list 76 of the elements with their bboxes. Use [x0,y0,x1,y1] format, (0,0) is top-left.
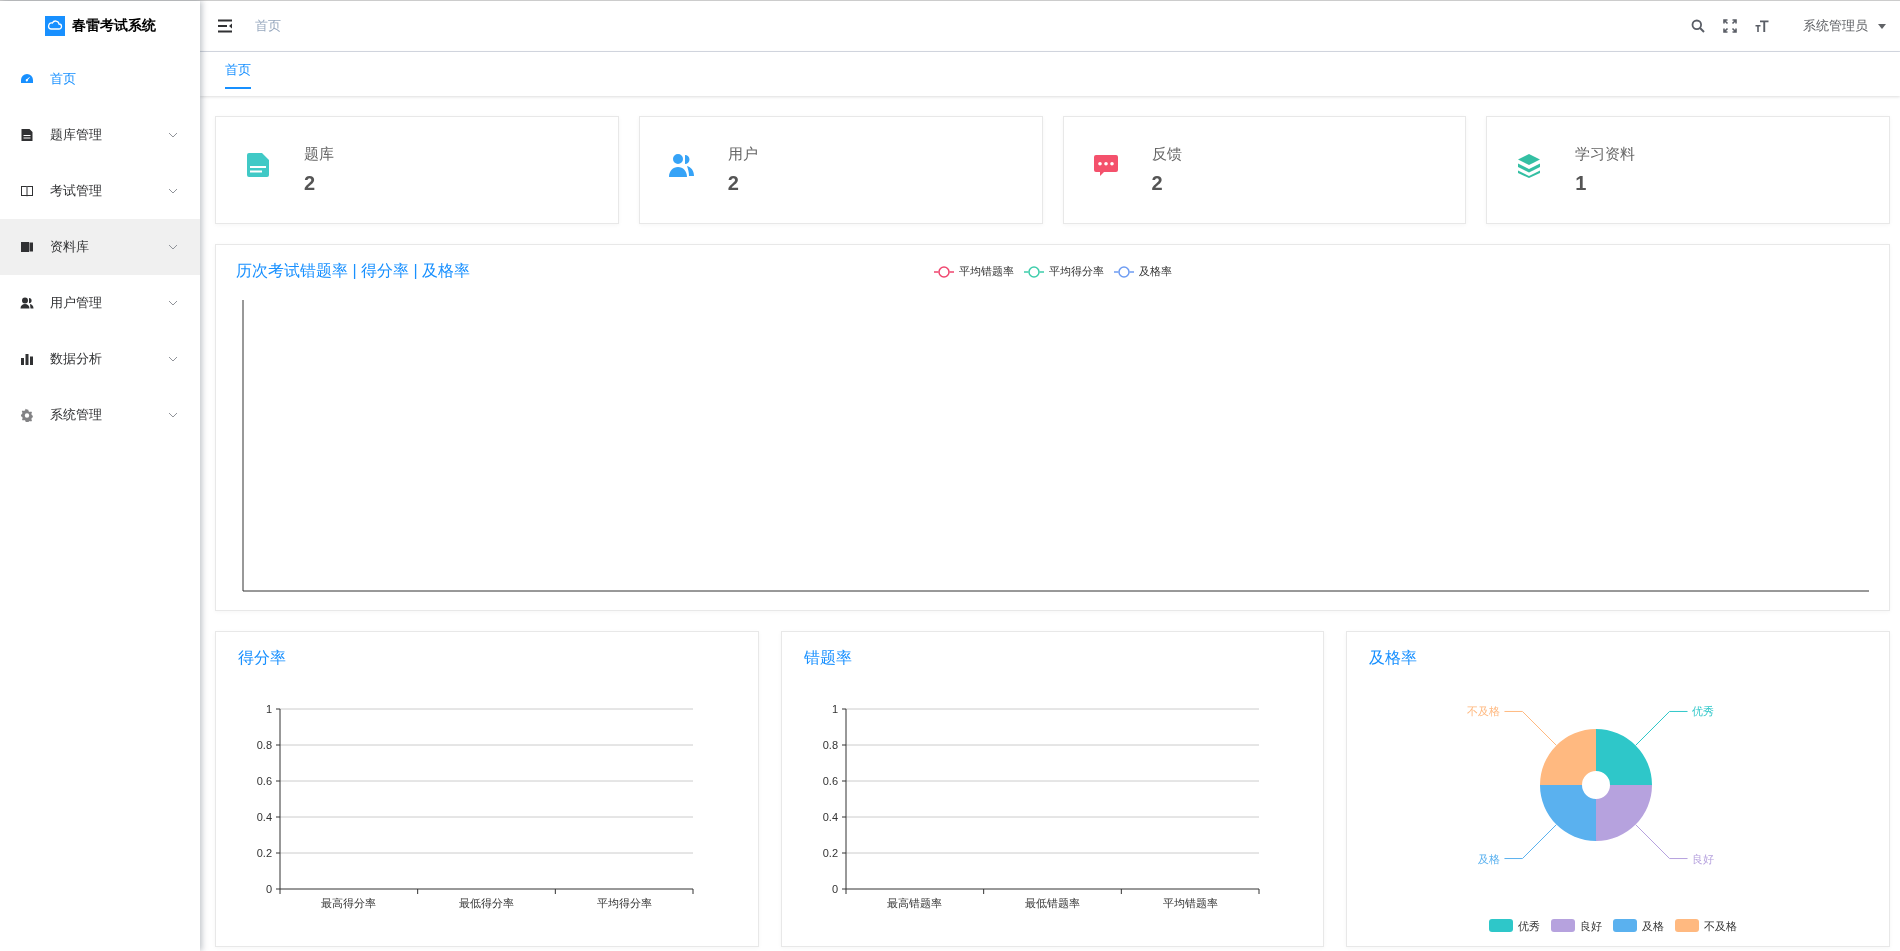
slice-label: 不及格 [1467,705,1501,718]
menu-icon[interactable] [217,19,233,33]
user-icon [20,296,34,310]
gear-icon [20,408,34,422]
axis-label: 0.8 [822,739,838,751]
axis-label: 最高得分率 [321,897,377,909]
leader-line [1635,824,1689,860]
cloud-logo-icon [44,16,65,36]
chevron-down-icon [168,132,178,138]
sidebar-item[interactable]: 数据分析 [0,331,200,387]
slice-label: 及格 [1478,852,1501,865]
chart-title: 得分率 [238,648,286,668]
legend-swatch-icon [1551,919,1576,932]
axis-label: 0.6 [256,775,272,787]
axis-label: 平均得分率 [596,897,652,909]
axis-label: 0 [831,883,838,895]
chevron-down-icon [168,188,178,194]
legend-label: 及格率 [1138,264,1172,279]
chart-title: 历次考试错题率 | 得分率 | 及格率 [236,261,472,281]
sidebar-item[interactable]: 资料库 [0,219,200,275]
stat-value: 2 [727,172,740,195]
axis-label: 0.8 [256,739,272,751]
chevron-down-icon [168,244,178,250]
axis-label: 0.2 [256,847,272,859]
axis-label: 平均错题率 [1162,897,1218,909]
stat-label: 学习资料 [1575,145,1636,164]
fullscreen-icon[interactable] [1723,19,1737,33]
stat-value: 2 [1151,172,1164,195]
legend-swatch-icon [1675,919,1700,932]
axis-label: 0.6 [822,775,838,787]
book-icon [20,184,34,198]
axis-label: 最低得分率 [459,897,514,909]
stat-value: 2 [304,172,317,195]
sidebar-item[interactable]: 用户管理 [0,275,200,331]
axis-label: 0 [265,883,272,895]
sidebar-item[interactable]: 题库管理 [0,107,200,163]
stat-label: 反馈 [1151,145,1182,164]
app-title: 春雷考试系统 [71,17,156,35]
document-icon [20,128,34,142]
bar-chart-icon [20,352,34,366]
legend-label: 不及格 [1704,920,1738,932]
chevron-down-icon [168,356,178,362]
leader-line [1504,824,1558,860]
axis-label: 0.2 [822,847,838,859]
slice-label: 优秀 [1691,705,1714,718]
axis-label: 最低错题率 [1024,897,1080,909]
dashboard-icon [20,72,34,86]
search-icon[interactable] [1691,19,1705,33]
stat-label: 题库 [304,145,334,164]
chart-title: 错题率 [803,648,852,668]
caret-icon [1878,23,1886,29]
leader-line [1504,710,1558,746]
legend-label: 良好 [1580,920,1603,932]
breadcrumb: 首页 [255,17,281,35]
legend-swatch-icon [1613,919,1638,932]
chevron-down-icon [168,412,178,418]
sidebar-item[interactable]: 考试管理 [0,163,200,219]
legend-label: 优秀 [1518,920,1541,932]
axis-label: 0.4 [256,811,272,823]
axis-label: 1 [831,703,838,715]
chart-title: 及格率 [1369,648,1418,668]
stat-label: 用户 [727,145,758,164]
sidebar-item[interactable]: 系统管理 [0,387,200,443]
stat-value: 1 [1575,172,1588,195]
axis-label: 最高错题率 [887,897,942,909]
axis-label: 0.4 [822,811,838,823]
axis-label: 1 [265,703,272,715]
legend-label: 及格 [1642,920,1665,932]
legend-label: 平均错题率 [958,264,1014,279]
legend-swatch-icon [1489,919,1514,932]
user-menu[interactable]: 系统管理员 [1803,17,1886,35]
font-size-icon[interactable] [1755,19,1769,33]
leader-line [1635,710,1689,746]
legend-label: 平均得分率 [1048,264,1104,279]
slice-label: 良好 [1691,852,1714,865]
chevron-down-icon [168,300,178,306]
